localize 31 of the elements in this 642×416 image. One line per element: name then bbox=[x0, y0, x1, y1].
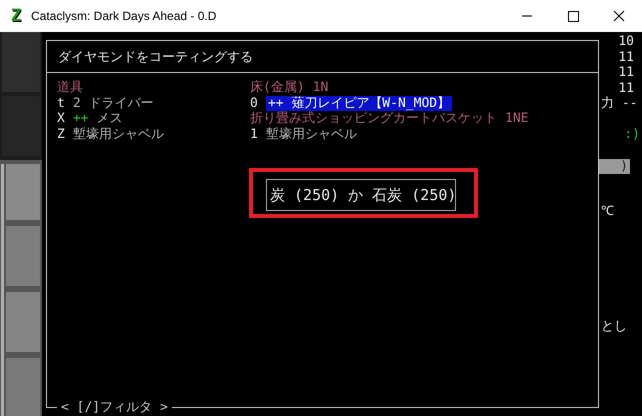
item-text: 1 bbox=[250, 126, 258, 142]
status-text: とし bbox=[601, 319, 627, 334]
item-text: t bbox=[57, 96, 65, 111]
column-header: 床(金属) bbox=[250, 80, 305, 96]
item-text: 1NE bbox=[505, 111, 528, 126]
dialog-title: ダイヤモンドをコーティングする bbox=[47, 41, 598, 73]
requirement-popup: 炭 (250) か 石炭 (250) bbox=[266, 179, 456, 211]
app-logo-icon: Z bbox=[9, 7, 23, 25]
filter-hint[interactable]: < [/]フィルタ > bbox=[57, 400, 172, 416]
status-text: 11 bbox=[618, 50, 634, 64]
status-text: ℃ bbox=[601, 204, 614, 219]
item-text: ++ bbox=[72, 111, 88, 126]
item-text: ドライバー bbox=[88, 96, 154, 111]
window-title: Cataclysm: Dark Days Ahead - 0.D bbox=[31, 9, 218, 23]
column-header: 道具 bbox=[57, 80, 83, 96]
status-text: 11 bbox=[618, 65, 634, 80]
item-text: 折り畳み式ショッピングカートバスケット bbox=[250, 111, 497, 126]
status-text: ) bbox=[599, 159, 630, 174]
item-text: Z bbox=[57, 126, 65, 142]
selected-item[interactable]: ++ 薙刀レイピア【W-N_MOD】 bbox=[266, 96, 452, 111]
column-header: 1N bbox=[312, 80, 328, 96]
status-text: :) bbox=[624, 127, 640, 142]
status-text: 11 bbox=[618, 80, 634, 96]
item-text: 2 bbox=[72, 96, 81, 111]
status-text: 力 -- bbox=[601, 96, 638, 111]
item-text: X bbox=[57, 111, 65, 126]
item-text: メス bbox=[96, 111, 122, 126]
item-text: 塹壕用シャベル bbox=[72, 126, 164, 142]
status-text: 10 bbox=[618, 34, 634, 49]
item-text: 0 bbox=[250, 96, 258, 111]
item-text: 塹壕用シャベル bbox=[266, 126, 357, 142]
